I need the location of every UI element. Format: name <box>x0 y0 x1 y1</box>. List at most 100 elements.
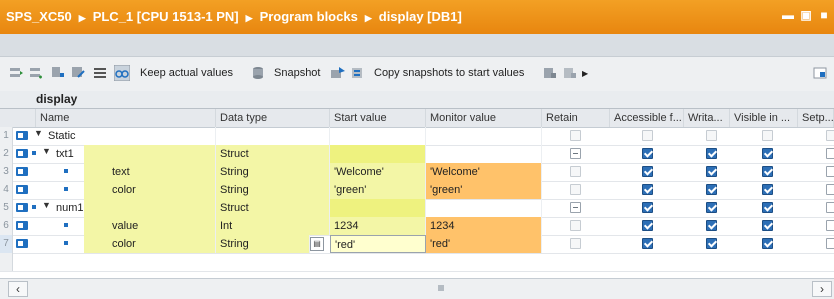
name-cell[interactable]: num1 <box>52 199 216 217</box>
type-cell[interactable]: String <box>216 163 330 181</box>
snapshot-button[interactable] <box>330 65 350 81</box>
accessible-checkbox[interactable] <box>642 130 653 141</box>
copy-snapshots-button[interactable] <box>542 65 562 81</box>
scroll-right-button[interactable]: › <box>812 281 832 297</box>
type-cell[interactable]: String <box>216 235 310 253</box>
visible-checkbox[interactable] <box>762 220 773 231</box>
copy-snapshots-label[interactable]: Copy snapshots to start values <box>374 67 524 79</box>
writable-checkbox[interactable] <box>706 220 717 231</box>
setpoint-checkbox[interactable] <box>826 130 834 141</box>
accessible-checkbox[interactable] <box>642 202 653 213</box>
name-cell[interactable]: color <box>108 235 216 253</box>
accessible-checkbox[interactable] <box>642 238 653 249</box>
setpoint-checkbox[interactable] <box>826 148 834 159</box>
start-value-cell[interactable] <box>330 199 426 217</box>
name-cell[interactable]: Static <box>44 127 216 145</box>
accessible-checkbox[interactable] <box>642 220 653 231</box>
name-cell[interactable]: color <box>108 181 216 199</box>
add-row-button[interactable] <box>28 65 48 81</box>
monitor-all-button[interactable] <box>114 65 134 81</box>
writable-checkbox[interactable] <box>706 166 717 177</box>
load-snapshot-button[interactable] <box>562 65 582 81</box>
retain-checkbox[interactable] <box>570 148 581 159</box>
empty-row[interactable] <box>0 253 834 272</box>
setpoint-checkbox[interactable] <box>826 166 834 177</box>
writable-checkbox[interactable] <box>706 202 717 213</box>
writable-checkbox[interactable] <box>706 238 717 249</box>
keep-actual-values-label[interactable]: Keep actual values <box>140 67 233 79</box>
accessible-checkbox[interactable] <box>642 148 653 159</box>
table-row[interactable]: 4 color String 'green' 'green' <box>0 181 834 200</box>
retain-checkbox[interactable] <box>570 130 581 141</box>
start-value-input[interactable]: 'red' <box>330 235 426 253</box>
collapse-triangle-icon[interactable]: ▼ <box>34 128 43 138</box>
type-cell[interactable]: Struct <box>216 199 330 217</box>
setpoint-checkbox[interactable] <box>826 220 834 231</box>
scroll-thumb[interactable] <box>438 285 444 291</box>
col-setpoint[interactable]: Setp... <box>798 109 834 127</box>
breadcrumb-db[interactable]: display [DB1] <box>379 9 462 24</box>
restore-icon[interactable]: ▣ <box>800 9 812 21</box>
breadcrumb-project[interactable]: SPS_XC50 <box>6 9 72 24</box>
name-cell[interactable]: value <box>108 217 216 235</box>
table-row[interactable]: 5 ▼ num1 Struct <box>0 199 834 218</box>
list-view-button[interactable] <box>92 65 112 81</box>
table-row[interactable]: 1 ▼ Static <box>0 127 834 146</box>
name-cell[interactable]: text <box>108 163 216 181</box>
visible-checkbox[interactable] <box>762 148 773 159</box>
col-visible[interactable]: Visible in ... <box>730 109 798 127</box>
col-retain[interactable]: Retain <box>542 109 610 127</box>
setpoint-checkbox[interactable] <box>826 202 834 213</box>
visible-checkbox[interactable] <box>762 130 773 141</box>
retain-checkbox[interactable] <box>570 184 581 195</box>
writable-checkbox[interactable] <box>706 130 717 141</box>
visible-checkbox[interactable] <box>762 202 773 213</box>
start-value-cell[interactable] <box>330 127 426 145</box>
visible-checkbox[interactable] <box>762 238 773 249</box>
col-data-type[interactable]: Data type <box>216 109 330 127</box>
col-name[interactable]: Name <box>36 109 216 127</box>
retain-checkbox[interactable] <box>570 202 581 213</box>
breadcrumb-plc[interactable]: PLC_1 [CPU 1513-1 PN] <box>93 9 239 24</box>
setpoint-checkbox[interactable] <box>826 184 834 195</box>
table-row[interactable]: 3 text String 'Welcome' 'Welcome' <box>0 163 834 182</box>
type-cell[interactable]: String <box>216 181 330 199</box>
table-row[interactable]: 2 ▼ txt1 Struct <box>0 145 834 164</box>
accessible-checkbox[interactable] <box>642 166 653 177</box>
visible-checkbox[interactable] <box>762 184 773 195</box>
col-accessible[interactable]: Accessible f... <box>610 109 684 127</box>
collapse-all-button[interactable] <box>70 65 90 81</box>
writable-checkbox[interactable] <box>706 184 717 195</box>
collapse-triangle-icon[interactable]: ▼ <box>42 200 51 210</box>
close-icon[interactable]: ■ <box>818 9 830 21</box>
snapshot-values-button[interactable] <box>350 65 370 81</box>
type-cell[interactable]: Int <box>216 217 330 235</box>
horizontal-scrollbar[interactable]: ‹ › <box>0 278 834 299</box>
start-value-cell[interactable]: 1234 <box>330 217 426 235</box>
visible-checkbox[interactable] <box>762 166 773 177</box>
retain-checkbox[interactable] <box>570 238 581 249</box>
col-writable[interactable]: Writa... <box>684 109 730 127</box>
toolbar-overflow-button[interactable]: ▶ <box>582 65 588 81</box>
scroll-left-button[interactable]: ‹ <box>8 281 28 297</box>
insert-row-button[interactable] <box>8 65 28 81</box>
setpoint-checkbox[interactable] <box>826 238 834 249</box>
col-start-value[interactable]: Start value <box>330 109 426 127</box>
edit-value-icon[interactable]: ▤ <box>310 237 324 251</box>
collapse-triangle-icon[interactable]: ▼ <box>42 146 51 156</box>
minimize-icon[interactable]: ▬ <box>782 9 794 21</box>
start-value-cell[interactable]: 'green' <box>330 181 426 199</box>
expand-all-button[interactable] <box>50 65 70 81</box>
table-row[interactable]: 7 color String ▤ 'red' 'red' <box>0 235 834 254</box>
retain-checkbox[interactable] <box>570 166 581 177</box>
col-monitor-value[interactable]: Monitor value <box>426 109 542 127</box>
start-value-cell[interactable]: 'Welcome' <box>330 163 426 181</box>
options-button[interactable] <box>812 65 832 81</box>
type-cell[interactable] <box>216 127 330 145</box>
snapshot-label[interactable]: Snapshot <box>274 67 320 79</box>
breadcrumb-program-blocks[interactable]: Program blocks <box>260 9 358 24</box>
start-value-cell[interactable] <box>330 145 426 163</box>
keep-actual-values-button[interactable] <box>250 65 270 81</box>
table-row[interactable]: 6 value Int 1234 1234 <box>0 217 834 236</box>
name-cell[interactable]: txt1 <box>52 145 216 163</box>
